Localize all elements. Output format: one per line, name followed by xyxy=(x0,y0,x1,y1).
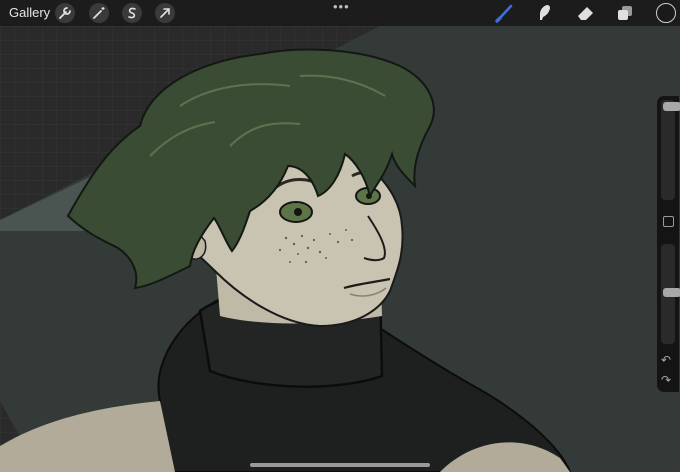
brush-size-thumb[interactable] xyxy=(663,102,680,111)
magic-wand-icon xyxy=(93,7,105,19)
adjustments-button[interactable] xyxy=(89,3,109,23)
eraser-icon xyxy=(578,7,593,20)
eraser-button[interactable] xyxy=(575,3,597,23)
transform-button[interactable] xyxy=(155,3,175,23)
layers-button[interactable] xyxy=(614,3,636,23)
brush-sidebar: ↶ ↷ xyxy=(657,96,680,392)
brush-button[interactable] xyxy=(494,3,516,23)
opacity-slider[interactable] xyxy=(661,244,680,344)
opacity-thumb[interactable] xyxy=(663,288,680,297)
home-indicator[interactable] xyxy=(250,463,430,467)
brush-size-slider[interactable] xyxy=(661,100,680,200)
smudge-button[interactable] xyxy=(534,3,556,23)
modify-button[interactable] xyxy=(663,216,674,227)
top-toolbar: Gallery ••• xyxy=(0,0,680,26)
undo-icon[interactable]: ↶ xyxy=(661,354,671,366)
color-picker-button[interactable] xyxy=(656,3,676,23)
more-options-icon[interactable]: ••• xyxy=(333,0,350,14)
selection-button[interactable] xyxy=(122,3,142,23)
drawing-canvas[interactable] xyxy=(0,26,680,472)
brush-icon xyxy=(495,4,513,23)
actions-button[interactable] xyxy=(55,3,75,23)
selection-icon xyxy=(128,7,136,19)
redo-icon[interactable]: ↷ xyxy=(661,374,671,386)
transform-icon xyxy=(160,8,170,18)
gallery-button[interactable]: Gallery xyxy=(9,5,50,21)
wrench-icon xyxy=(59,7,71,19)
smudge-icon xyxy=(540,5,551,20)
layers-icon xyxy=(618,6,632,20)
